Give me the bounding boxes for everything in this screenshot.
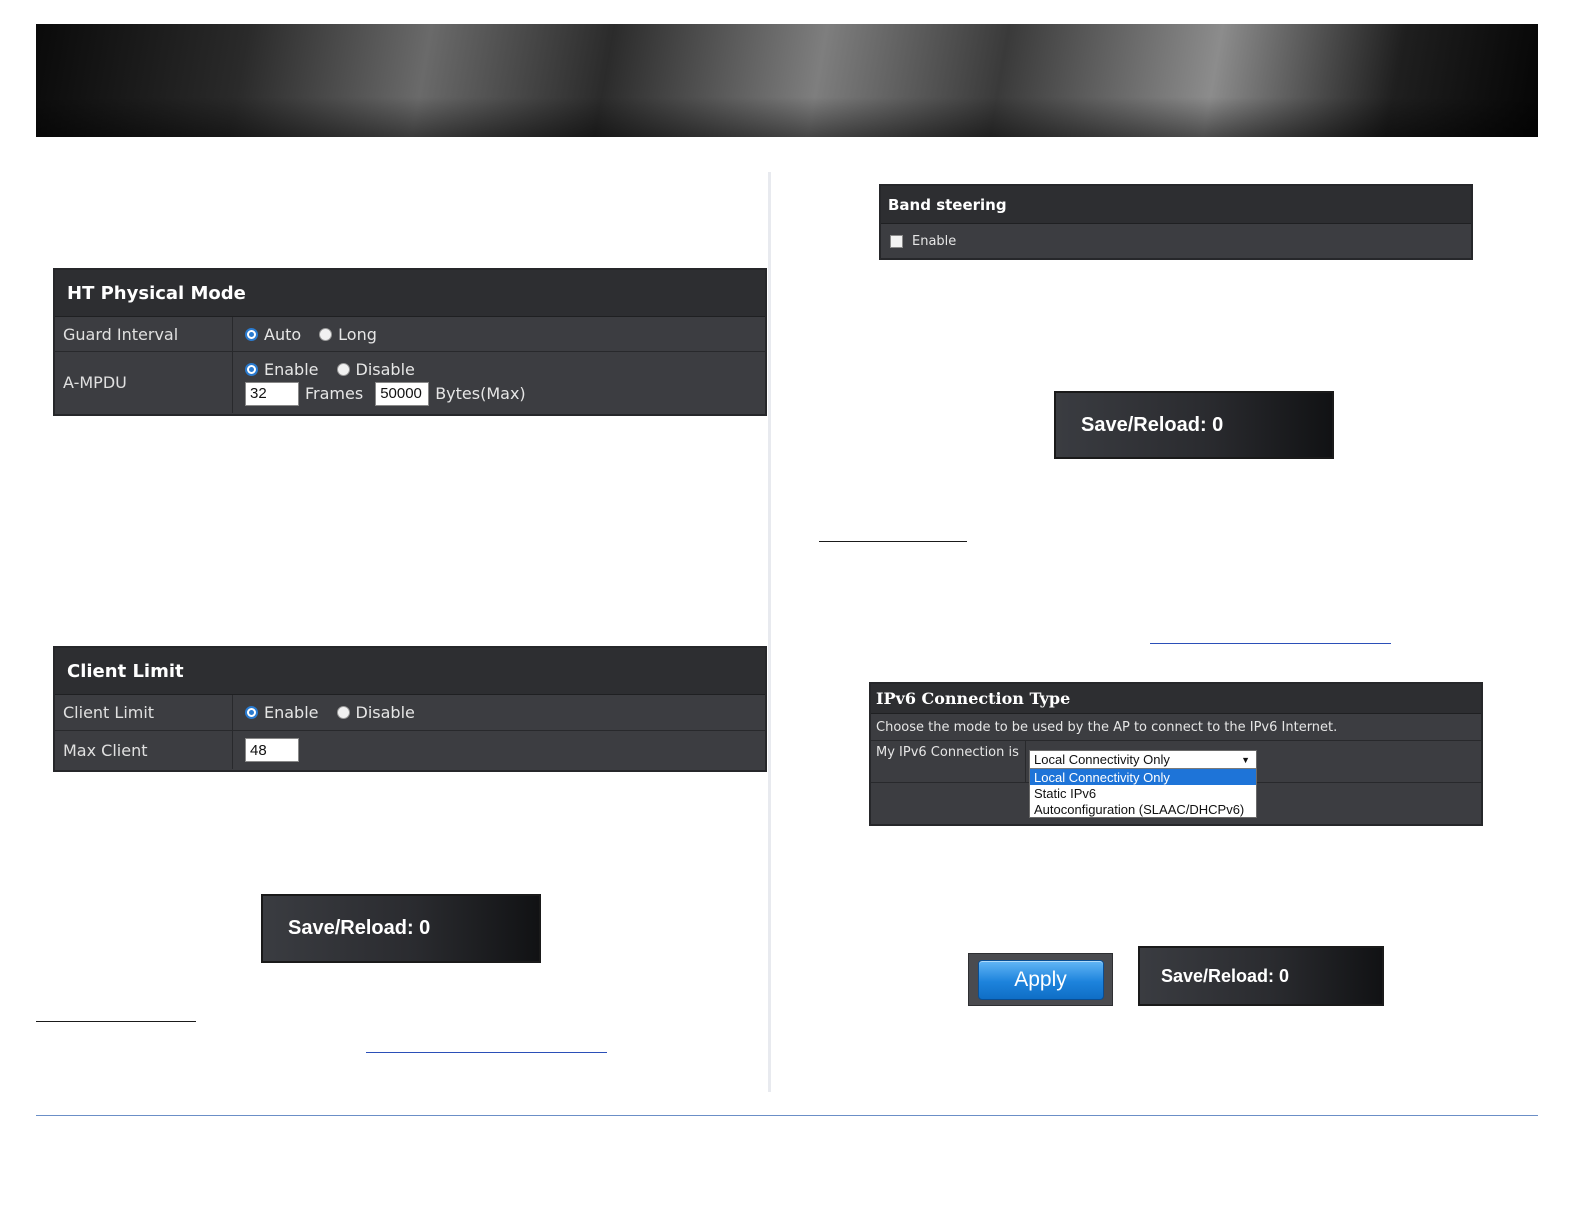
section-heading-underline [819, 541, 967, 542]
ampdu-frames-label: Frames [305, 384, 364, 403]
ipv6-connection-select[interactable]: Local Connectivity Only ▼ Local Connecti… [1029, 750, 1257, 818]
save-reload-button[interactable]: Save/Reload: 0 [261, 894, 541, 963]
guard-interval-row: Guard Interval Auto Long [55, 317, 765, 352]
band-steering-enable-label: Enable [912, 233, 957, 249]
guard-interval-label: Guard Interval [55, 317, 233, 351]
ampdu-enable-radio[interactable] [245, 362, 258, 376]
save-reload-button[interactable]: Save/Reload: 0 [1054, 391, 1334, 459]
ipv6-connection-label: My IPv6 Connection is [871, 741, 1026, 782]
guard-interval-auto-label: Auto [264, 324, 302, 344]
hyperlink-underline[interactable] [366, 1052, 607, 1053]
max-client-row: Max Client 48 [55, 731, 765, 769]
client-limit-enable-label: Enable [264, 703, 319, 722]
save-reload-button[interactable]: Save/Reload: 0 [1138, 946, 1384, 1006]
apply-button-frame: Apply [968, 953, 1113, 1006]
ipv6-option-autoconfig[interactable]: Autoconfiguration (SLAAC/DHCPv6) [1030, 801, 1256, 817]
guard-interval-auto-radio[interactable] [245, 327, 258, 341]
max-client-input[interactable]: 48 [245, 738, 299, 762]
ampdu-row: A-MPDU Enable Disable 32 Frames 50000 By… [55, 352, 765, 413]
apply-button[interactable]: Apply [977, 959, 1104, 1000]
ampdu-disable-label: Disable [355, 359, 415, 379]
ampdu-bytes-input[interactable]: 50000 [375, 381, 430, 406]
ipv6-option-local[interactable]: Local Connectivity Only [1030, 769, 1256, 785]
client-limit-disable-label: Disable [355, 703, 415, 722]
ht-physical-mode-panel: HT Physical Mode Guard Interval Auto Lon… [53, 268, 767, 416]
panel-title: Client Limit [55, 648, 765, 695]
ampdu-bytes-label: Bytes(Max) [435, 384, 526, 403]
ipv6-option-static[interactable]: Static IPv6 [1030, 785, 1256, 801]
ipv6-connection-selected: Local Connectivity Only [1034, 752, 1170, 767]
ampdu-enable-label: Enable [264, 359, 319, 379]
save-reload-label: Save/Reload: 0 [1081, 413, 1224, 436]
band-steering-panel: Band steering Enable [879, 184, 1473, 260]
hyperlink-underline[interactable] [1150, 643, 1391, 644]
client-limit-disable-radio[interactable] [336, 706, 350, 719]
save-reload-label: Save/Reload: 0 [1161, 965, 1290, 986]
section-heading-underline [36, 1021, 196, 1022]
ampdu-label: A-MPDU [55, 352, 233, 413]
guard-interval-long-label: Long [338, 324, 377, 344]
save-reload-label: Save/Reload: 0 [288, 917, 431, 939]
ipv6-description: Choose the mode to be used by the AP to … [871, 714, 1481, 741]
panel-title: IPv6 Connection Type [871, 684, 1481, 714]
client-limit-label: Client Limit [55, 695, 233, 730]
ampdu-frames-input[interactable]: 32 [245, 381, 299, 406]
ampdu-disable-radio[interactable] [336, 362, 350, 376]
panel-title: Band steering [881, 186, 1471, 224]
client-limit-row: Client Limit Enable Disable [55, 695, 765, 731]
max-client-label: Max Client [55, 731, 233, 769]
guard-interval-long-radio[interactable] [319, 327, 333, 341]
caret-down-icon: ▼ [1241, 754, 1250, 765]
band-steering-enable-checkbox[interactable] [890, 234, 903, 248]
column-divider [768, 172, 771, 1092]
header-banner [36, 24, 1538, 137]
client-limit-enable-radio[interactable] [245, 706, 258, 719]
footer-rule [36, 1115, 1538, 1116]
page: HT Physical Mode Guard Interval Auto Lon… [0, 0, 1584, 1224]
panel-title: HT Physical Mode [55, 270, 765, 317]
client-limit-panel: Client Limit Client Limit Enable Disable… [53, 646, 767, 772]
